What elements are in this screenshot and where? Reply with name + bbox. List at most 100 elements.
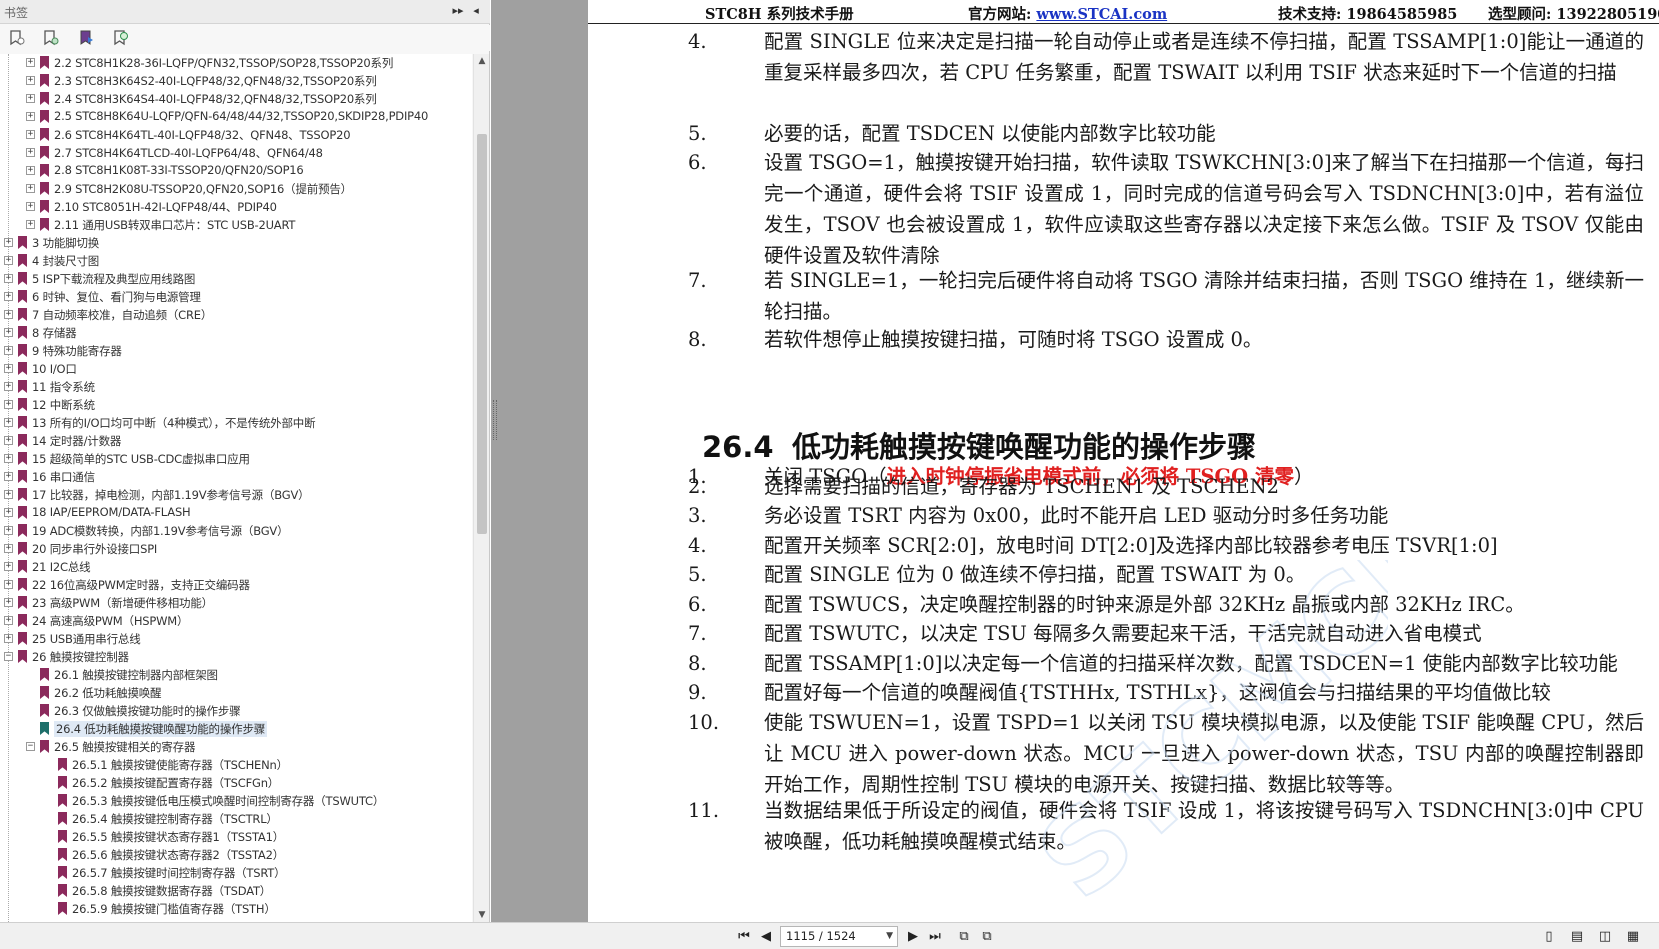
bookmark-item[interactable]: +20 同步串行外设接口SPI — [0, 540, 470, 558]
expand-node-icon[interactable]: + — [4, 400, 13, 409]
bookmark-item[interactable]: 26.5.4 触摸按键控制寄存器（TSCTRL） — [0, 810, 470, 828]
bookmark-item[interactable]: +4 封装尺寸图 — [0, 252, 470, 270]
bookmark-item[interactable]: +16 串口通信 — [0, 468, 470, 486]
find-bookmark-icon[interactable] — [112, 29, 130, 47]
bookmark-item[interactable]: +2.4 STC8H3K64S4-40I-LQFP48/32,QFN48/32,… — [0, 90, 470, 108]
bookmark-item[interactable]: +25 USB通用串行总线 — [0, 630, 470, 648]
bookmark-item[interactable]: +2.10 STC8051H-42I-LQFP48/44、PDIP40 — [0, 198, 470, 216]
bookmark-item[interactable]: +6 时钟、复位、看门狗与电源管理 — [0, 288, 470, 306]
continuous-facing-view-icon[interactable]: ▦ — [1624, 928, 1642, 946]
expand-node-icon[interactable]: + — [26, 112, 35, 121]
expand-node-icon[interactable]: + — [4, 544, 13, 553]
previous-view-icon[interactable]: ⧉ — [955, 928, 973, 946]
expand-node-icon[interactable]: + — [26, 184, 35, 193]
expand-node-icon[interactable]: + — [26, 130, 35, 139]
bookmark-item[interactable]: +2.2 STC8H1K28-36I-LQFP/QFN32,TSSOP/SOP2… — [0, 54, 470, 72]
scrollbar-thumb[interactable] — [477, 134, 487, 534]
expand-node-icon[interactable]: + — [4, 346, 13, 355]
expand-node-icon[interactable]: + — [4, 472, 13, 481]
expand-node-icon[interactable]: + — [26, 220, 35, 229]
expand-node-icon[interactable]: + — [26, 76, 35, 85]
expand-node-icon[interactable]: + — [26, 94, 35, 103]
expand-node-icon[interactable]: + — [4, 562, 13, 571]
splitter-grip[interactable] — [493, 400, 497, 440]
expand-node-icon[interactable]: + — [4, 310, 13, 319]
bookmark-item[interactable]: 26.5.1 触摸按键使能寄存器（TSCHENn） — [0, 756, 470, 774]
bookmark-item[interactable]: 26.5.6 触摸按键状态寄存器2（TSSTA2） — [0, 846, 470, 864]
bookmark-item[interactable]: 26.3 仅做触摸按键功能时的操作步骤 — [0, 702, 470, 720]
expand-node-icon[interactable]: + — [4, 616, 13, 625]
bookmark-item[interactable]: 26.5.3 触摸按键低电压模式唤醒时间控制寄存器（TSWUTC） — [0, 792, 470, 810]
expand-node-icon[interactable]: + — [26, 148, 35, 157]
bookmark-item[interactable]: +2.11 通用USB转双串口芯片：STC USB-2UART — [0, 216, 470, 234]
last-page-icon[interactable]: ⏭ — [926, 928, 944, 946]
bookmark-item[interactable]: − 26 触摸按键控制器 — [0, 648, 470, 666]
expand-panel-icon[interactable]: ▸▸ — [450, 3, 466, 19]
expand-node-icon[interactable]: + — [4, 256, 13, 265]
expand-node-icon[interactable]: + — [4, 580, 13, 589]
bookmark-item[interactable]: 26.5.2 触摸按键配置寄存器（TSCFGn） — [0, 774, 470, 792]
bookmark-item[interactable]: +5 ISP下载流程及典型应用线路图 — [0, 270, 470, 288]
scroll-down-icon[interactable]: ▼ — [474, 908, 490, 922]
expand-node-icon[interactable]: + — [4, 238, 13, 247]
bookmark-item[interactable]: +7 自动频率校准，自动追频（CRE） — [0, 306, 470, 324]
bookmark-item[interactable]: +17 比较器，掉电检测，内部1.19V参考信号源（BGV） — [0, 486, 470, 504]
facing-view-icon[interactable]: ◫ — [1596, 928, 1614, 946]
bookmark-item[interactable]: +12 中断系统 — [0, 396, 470, 414]
previous-page-icon[interactable]: ◀ — [757, 928, 775, 946]
next-view-icon[interactable]: ⧉ — [978, 928, 996, 946]
bookmark-item[interactable]: 26.2 低功耗触摸唤醒 — [0, 684, 470, 702]
bookmark-item[interactable]: +13 所有的I/O口均可中断（4种模式），不是传统外部中断 — [0, 414, 470, 432]
expand-node-icon[interactable]: + — [4, 598, 13, 607]
bookmark-item[interactable]: +15 超级简单的STC USB-CDC虚拟串口应用 — [0, 450, 470, 468]
bookmark-item[interactable]: 26.5.5 触摸按键状态寄存器1（TSSTA1） — [0, 828, 470, 846]
bookmark-item[interactable]: +2.7 STC8H4K64TLCD-40I-LQFP64/48、QFN64/4… — [0, 144, 470, 162]
bookmark-item[interactable]: +2.9 STC8H2K08U-TSSOP20,QFN20,SOP16（提前预告… — [0, 180, 470, 198]
expand-node-icon[interactable]: + — [4, 526, 13, 535]
bookmark-item[interactable]: − 26.5 触摸按键相关的寄存器 — [0, 738, 470, 756]
bookmark-item[interactable]: +23 高级PWM（新增硬件移相功能） — [0, 594, 470, 612]
expand-node-icon[interactable]: + — [26, 166, 35, 175]
bookmark-item[interactable]: +11 指令系统 — [0, 378, 470, 396]
bookmark-item[interactable]: +2.6 STC8H4K64TL-40I-LQFP48/32、QFN48、TSS… — [0, 126, 470, 144]
expand-node-icon[interactable]: + — [4, 436, 13, 445]
expand-node-icon[interactable]: + — [4, 418, 13, 427]
bookmark-item[interactable]: +2.3 STC8H3K64S2-40I-LQFP48/32,QFN48/32,… — [0, 72, 470, 90]
bookmark-item[interactable]: +18 IAP/EEPROM/DATA-FLASH — [0, 504, 470, 522]
goto-bookmark-icon[interactable] — [78, 29, 96, 47]
website-link[interactable]: www.STCAI.com — [1036, 6, 1167, 23]
bookmark-tree[interactable]: +2.2 STC8H1K28-36I-LQFP/QFN32,TSSOP/SOP2… — [0, 54, 472, 922]
bookmark-item[interactable]: +2.5 STC8H8K64U-LQFP/QFN-64/48/44/32,TSS… — [0, 108, 470, 126]
panel-splitter[interactable] — [491, 0, 588, 922]
bookmark-item[interactable]: 26.1 触摸按键控制器内部框架图 — [0, 666, 470, 684]
bookmark-item[interactable]: +19 ADC模数转换，内部1.19V参考信号源（BGV） — [0, 522, 470, 540]
bookmark-item[interactable]: +10 I/O口 — [0, 360, 470, 378]
bookmark-item[interactable]: 26.5.8 触摸按键数据寄存器（TSDAT） — [0, 882, 470, 900]
bookmark-item[interactable]: +8 存储器 — [0, 324, 470, 342]
bookmark-item[interactable]: 26.5.7 触摸按键时间控制寄存器（TSRT） — [0, 864, 470, 882]
bookmark-item[interactable]: +14 定时器/计数器 — [0, 432, 470, 450]
expand-node-icon[interactable]: + — [26, 58, 35, 67]
expand-bookmark-icon[interactable] — [42, 29, 60, 47]
next-page-icon[interactable]: ▶ — [904, 928, 922, 946]
bookmark-item[interactable]: +24 高速高级PWM（HSPWM） — [0, 612, 470, 630]
bookmark-scrollbar[interactable]: ▲ ▼ — [473, 54, 489, 922]
collapse-node-icon[interactable]: − — [4, 652, 13, 661]
bookmark-item[interactable]: 26.4 低功耗触摸按键唤醒功能的操作步骤 — [0, 720, 470, 738]
expand-node-icon[interactable]: + — [26, 202, 35, 211]
bookmark-item[interactable]: +22 16位高级PWM定时器，支持正交编码器 — [0, 576, 470, 594]
collapse-panel-icon[interactable]: ◂ — [468, 3, 484, 19]
collapse-node-icon[interactable]: − — [26, 742, 35, 751]
bookmark-item[interactable]: +3 功能脚切换 — [0, 234, 470, 252]
expand-node-icon[interactable]: + — [4, 634, 13, 643]
bookmark-item[interactable]: 26.5.9 触摸按键门槛值寄存器（TSTH） — [0, 900, 470, 918]
bookmark-item[interactable]: +21 I2C总线 — [0, 558, 470, 576]
expand-node-icon[interactable]: + — [4, 508, 13, 517]
scroll-up-icon[interactable]: ▲ — [474, 54, 490, 68]
expand-node-icon[interactable]: + — [4, 454, 13, 463]
expand-node-icon[interactable]: + — [4, 364, 13, 373]
expand-node-icon[interactable]: + — [4, 490, 13, 499]
continuous-view-icon[interactable]: ▤ — [1568, 928, 1586, 946]
expand-node-icon[interactable]: + — [4, 382, 13, 391]
single-page-view-icon[interactable]: ▯ — [1540, 928, 1558, 946]
